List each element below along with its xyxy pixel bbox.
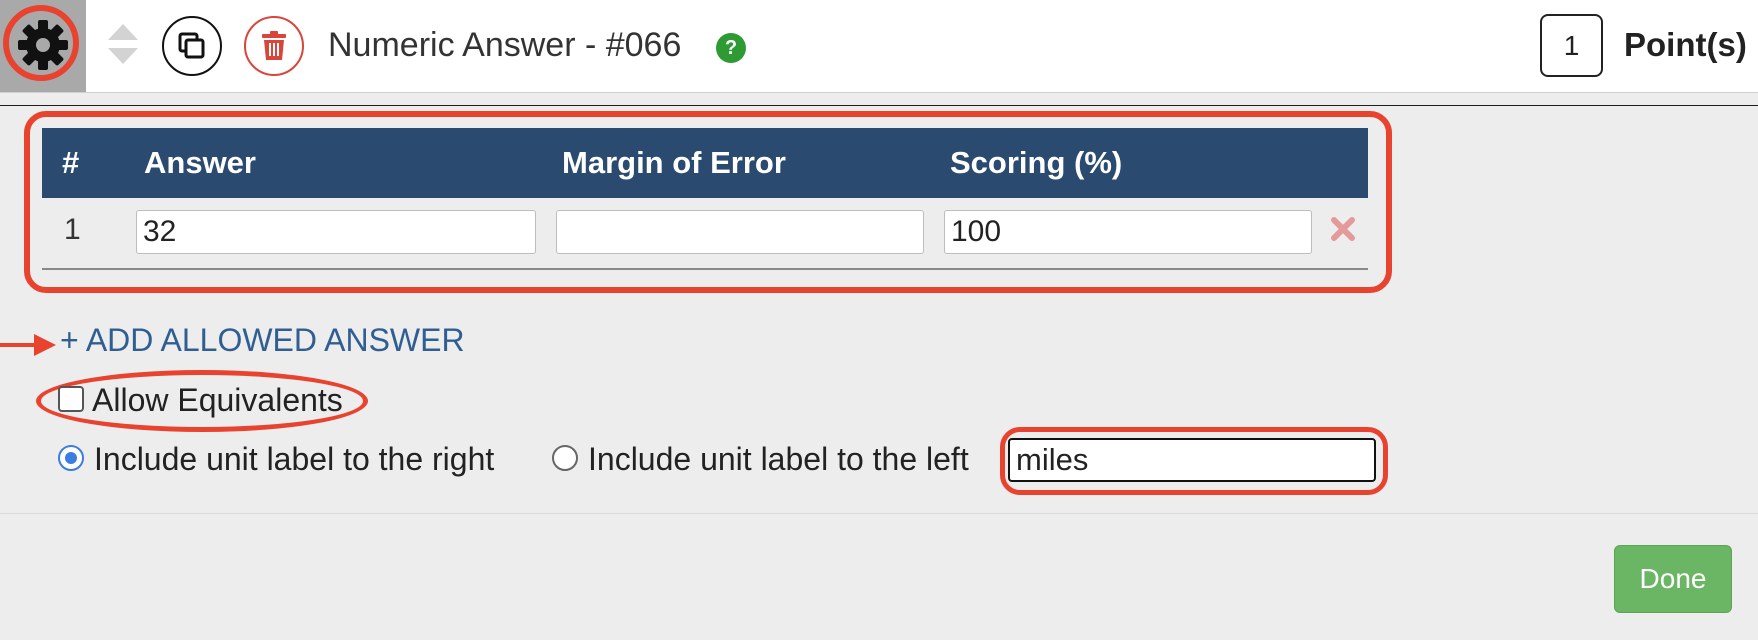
- delete-button[interactable]: [244, 16, 304, 76]
- allow-equivalents-label: Allow Equivalents: [92, 382, 343, 418]
- trash-icon: [262, 31, 286, 60]
- column-header-scoring: Scoring (%): [950, 145, 1123, 180]
- pointer-arrow-icon: [0, 334, 56, 356]
- close-x-icon[interactable]: [1330, 216, 1356, 242]
- margin-of-error-input[interactable]: [556, 210, 924, 254]
- duplicate-button[interactable]: [162, 16, 222, 76]
- column-header-number: #: [62, 145, 80, 180]
- unit-label-input[interactable]: miles: [1008, 438, 1376, 482]
- unit-right-label: Include unit label to the right: [94, 441, 495, 477]
- row-number: 1: [64, 213, 81, 246]
- question-title: Numeric Answer - #066: [328, 26, 682, 64]
- footer-divider: [0, 513, 1758, 514]
- header-divider: [0, 105, 1758, 106]
- points-input[interactable]: 1: [1540, 14, 1603, 77]
- scoring-input[interactable]: 100: [944, 210, 1312, 254]
- column-header-margin-of-error: Margin of Error: [562, 145, 786, 180]
- unit-right-radio[interactable]: [58, 445, 84, 471]
- table-bottom-border: [42, 268, 1368, 270]
- add-allowed-answer-link[interactable]: + ADD ALLOWED ANSWER: [60, 322, 465, 359]
- done-button[interactable]: Done: [1614, 545, 1732, 613]
- allow-equivalents-checkbox[interactable]: [58, 386, 84, 412]
- unit-left-label: Include unit label to the left: [588, 441, 969, 477]
- unit-left-radio[interactable]: [552, 445, 578, 471]
- copy-icon: [178, 32, 205, 59]
- answers-table-header: # Answer Margin of Error Scoring (%): [42, 128, 1368, 198]
- help-icon[interactable]: ?: [716, 33, 746, 63]
- answer-input[interactable]: 32: [136, 210, 536, 254]
- highlight-ring-gear: [3, 5, 79, 81]
- points-label: Point(s): [1624, 26, 1747, 63]
- question-header: Numeric Answer - #066 ? 1 Point(s): [0, 0, 1758, 93]
- reorder-arrows-icon[interactable]: [106, 22, 140, 66]
- column-header-answer: Answer: [144, 145, 256, 180]
